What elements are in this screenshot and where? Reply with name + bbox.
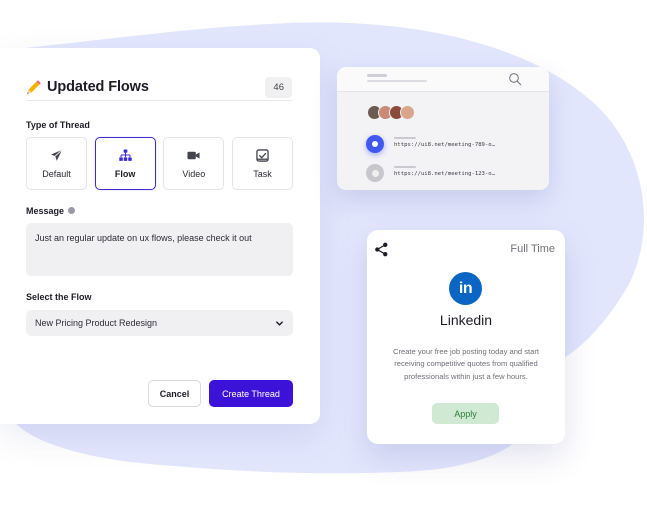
thread-type-label: Video: [182, 168, 206, 179]
placeholder-bar: [394, 166, 416, 168]
thread-type-label: Flow: [114, 168, 136, 179]
chevron-down-icon: [276, 320, 283, 326]
flow-select-value: New Pricing Product Redesign: [35, 318, 158, 328]
linkedin-logo-text: in: [458, 279, 473, 297]
search-icon[interactable]: [508, 72, 522, 86]
meeting-card-header: [337, 67, 549, 92]
thread-type-label: Task: [253, 168, 272, 179]
job-posting-card: Full Time in Linkedin Create your free j…: [367, 230, 565, 444]
header-divider: [26, 100, 292, 101]
message-text: Just an regular update on ux flows, plea…: [35, 233, 252, 243]
job-description: Create your free job posting today and s…: [392, 347, 540, 381]
avatar: [400, 105, 415, 120]
info-icon[interactable]: [68, 207, 76, 215]
company-name: Linkedin: [439, 312, 493, 328]
meeting-links-card: https://ui8.net/meeting-789-o… https://u…: [337, 67, 549, 190]
message-label: Message: [26, 206, 65, 216]
job-type-label: Full Time: [510, 243, 555, 255]
meeting-url: https://ui8.net/meeting-789-o…: [394, 142, 496, 148]
message-label-row: Message: [26, 206, 76, 216]
apply-button[interactable]: Apply: [432, 403, 499, 424]
thread-type-label: Default: [42, 168, 71, 179]
card-title: Updated Flows: [47, 79, 149, 95]
placeholder-bar: [367, 80, 427, 82]
meeting-row[interactable]: https://ui8.net/meeting-123-o…: [366, 164, 536, 184]
video-camera-icon: [187, 151, 200, 159]
thread-type-options: Default Flow Video Task: [26, 137, 293, 190]
flow-select[interactable]: New Pricing Product Redesign: [26, 310, 293, 336]
linkedin-logo: in: [449, 272, 482, 305]
thread-type-task[interactable]: Task: [231, 137, 293, 190]
placeholder-bar: [394, 137, 416, 139]
thread-type-flow[interactable]: Flow: [94, 137, 156, 190]
thread-type-default[interactable]: Default: [26, 137, 87, 190]
cancel-button[interactable]: Cancel: [148, 380, 201, 407]
card-header: Updated Flows 46: [26, 74, 292, 100]
radio-selected[interactable]: [366, 135, 384, 153]
meeting-row[interactable]: https://ui8.net/meeting-789-o…: [366, 135, 536, 155]
paper-plane-icon: [50, 149, 63, 161]
meeting-url: https://ui8.net/meeting-123-o…: [394, 171, 496, 177]
thread-type-video[interactable]: Video: [163, 137, 225, 190]
create-thread-card: Updated Flows 46 Type of Thread Default …: [0, 48, 320, 424]
placeholder-bar: [367, 74, 387, 77]
share-icon[interactable]: [374, 242, 389, 257]
message-textarea[interactable]: Just an regular update on ux flows, plea…: [26, 223, 293, 276]
type-of-thread-label: Type of Thread: [26, 120, 90, 130]
select-flow-label: Select the Flow: [26, 292, 92, 302]
task-check-icon: [256, 148, 269, 162]
pencil-icon: [27, 79, 41, 94]
create-thread-button[interactable]: Create Thread: [209, 380, 293, 407]
count-badge: 46: [265, 76, 292, 98]
avatar-group: [367, 105, 415, 123]
flow-chart-icon: [118, 148, 132, 161]
radio-unselected[interactable]: [366, 164, 384, 182]
